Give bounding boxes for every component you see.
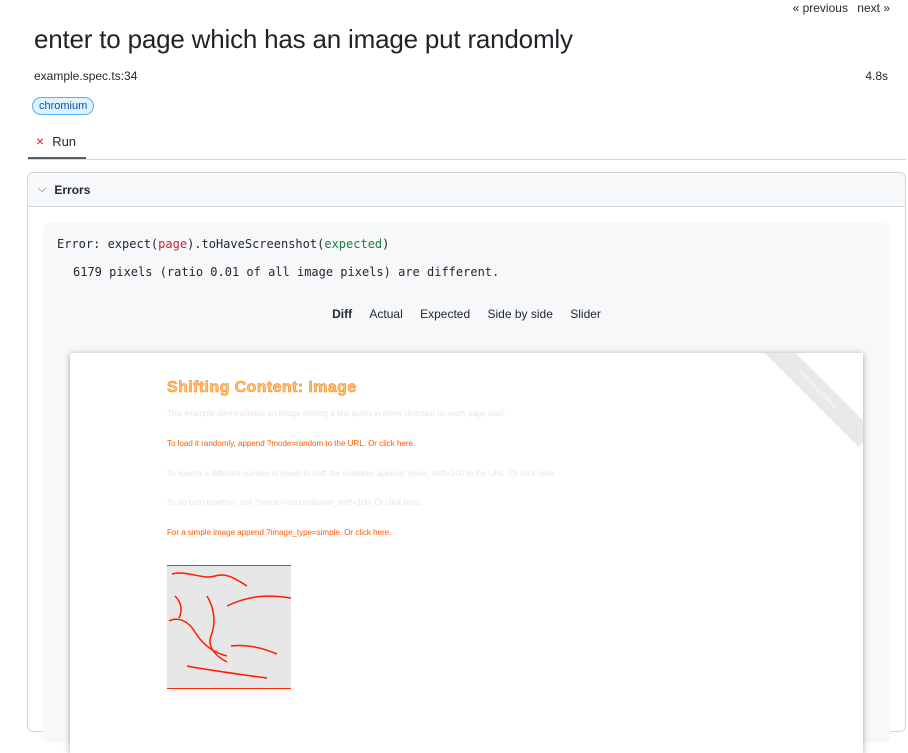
errors-header-label: Errors	[54, 182, 91, 197]
diff-paragraph: To load it randomly, append ?mode=random…	[167, 439, 416, 448]
tabs-divider	[28, 159, 906, 160]
diff-paragraph: For a simple image append ?image_type=si…	[167, 528, 392, 537]
diff-paragraph: To do both together, use ?mode=random&pi…	[167, 498, 422, 507]
image-view-tabs: Diff Actual Expected Side by side Slider	[43, 307, 890, 321]
next-link[interactable]: next »	[857, 1, 890, 15]
error-arg: page	[158, 237, 188, 251]
diff-image: Fork me on GitHub Shifting Content: Imag…	[70, 353, 863, 753]
tab-diff[interactable]: Diff	[332, 307, 352, 321]
tab-side-by-side[interactable]: Side by side	[488, 307, 553, 321]
tab-run-label: Run	[52, 133, 77, 149]
tab-run[interactable]: × Run	[28, 125, 86, 159]
errors-section: ⌵ Errors Error: expect(page).toHaveScree…	[27, 172, 906, 753]
spec-location[interactable]: example.spec.ts:34	[34, 69, 137, 83]
diff-paragraph: To specify a different number of pixels …	[167, 469, 557, 478]
previous-link[interactable]: « previous	[793, 1, 848, 15]
fail-icon: ×	[36, 133, 45, 149]
error-message: Error: expect(page).toHaveScreenshot(exp…	[57, 237, 389, 251]
error-suffix: )	[382, 237, 390, 251]
tab-slider[interactable]: Slider	[570, 307, 601, 321]
test-duration: 4.8s	[865, 69, 888, 83]
test-title: enter to page which has an image put ran…	[34, 24, 573, 54]
diff-page-title: Shifting Content: Image	[167, 379, 357, 397]
error-prefix: Error: expect(	[57, 237, 159, 251]
project-badge[interactable]: chromium	[32, 97, 95, 115]
tab-actual[interactable]: Actual	[369, 307, 402, 321]
errors-header[interactable]: ⌵ Errors	[28, 173, 905, 207]
diff-paragraph: This example demonstrates an image shift…	[167, 409, 506, 418]
diff-outline-icon	[168, 572, 292, 679]
error-middle: ).toHaveScreenshot(	[187, 237, 325, 251]
pager: « previous next »	[787, 1, 890, 15]
diff-image-picture	[167, 565, 292, 689]
pixel-diff-message: 6179 pixels (ratio 0.01 of all image pix…	[73, 265, 500, 279]
github-ribbon: Fork me on GitHub	[759, 353, 863, 448]
error-panel: Error: expect(page).toHaveScreenshot(exp…	[43, 223, 890, 753]
chevron-down-icon: ⌵	[38, 183, 47, 195]
error-expected: expected	[324, 237, 383, 251]
tab-expected[interactable]: Expected	[420, 307, 470, 321]
